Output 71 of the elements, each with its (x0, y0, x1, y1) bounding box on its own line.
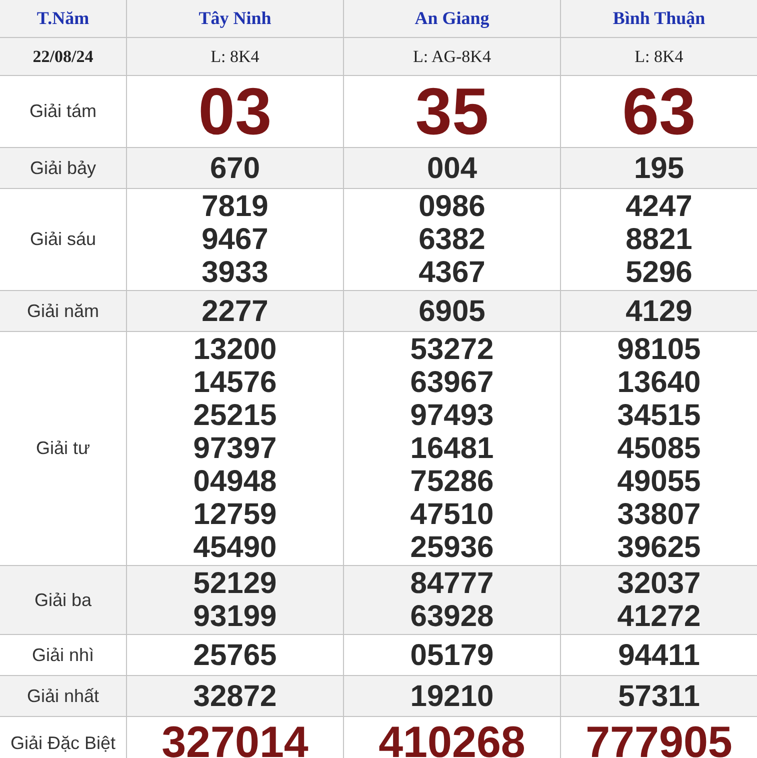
prize-label: Giải ba (34, 590, 92, 610)
winning-number: 4129 (626, 294, 692, 328)
winning-number: 4367 (418, 256, 486, 289)
prize-label: Giải Đặc Biệt (10, 732, 116, 754)
winning-number: 777905 (586, 718, 732, 758)
winning-number: 25936 (410, 531, 494, 564)
province-heading: Tây Ninh (198, 8, 272, 29)
winning-number: 45085 (617, 432, 701, 465)
winning-number: 5296 (626, 256, 692, 289)
prize-label: Giải tư (36, 438, 90, 459)
winning-number: 33807 (617, 498, 701, 531)
draw-date: 22/08/24 (32, 46, 94, 66)
winning-number: 32037 (617, 567, 701, 600)
winning-number: 97397 (193, 432, 277, 465)
winning-number: 195 (634, 152, 684, 184)
winning-number: 52129 (193, 567, 277, 600)
winning-number: 19210 (410, 680, 494, 712)
winning-number: 97493 (410, 399, 494, 432)
winning-number: 8821 (626, 223, 692, 256)
winning-number: 004 (426, 152, 478, 184)
winning-number: 4247 (626, 190, 692, 223)
winning-number: 9467 (202, 223, 268, 256)
ticket-series: L: 8K4 (210, 46, 260, 66)
winning-number: 25215 (193, 399, 277, 432)
winning-number: 6905 (418, 294, 486, 328)
winning-number: 12759 (193, 498, 277, 531)
province-heading: An Giang (414, 8, 490, 29)
winning-number: 84777 (410, 567, 494, 600)
prize-label: Giải bảy (30, 158, 96, 178)
winning-number: 34515 (617, 399, 701, 432)
winning-number: 13640 (617, 366, 701, 399)
winning-number: 45490 (193, 531, 277, 564)
winning-number: 04948 (193, 465, 277, 498)
winning-number: 6382 (418, 223, 486, 256)
winning-number: 03 (198, 77, 272, 146)
winning-number: 410268 (378, 718, 526, 758)
winning-number: 93199 (193, 600, 277, 633)
winning-number: 41272 (617, 600, 701, 633)
winning-number: 47510 (410, 498, 494, 531)
winning-number: 63967 (410, 366, 494, 399)
winning-number: 75286 (410, 465, 494, 498)
province-heading: Bình Thuận (612, 8, 706, 29)
winning-number: 05179 (410, 638, 494, 672)
winning-number: 39625 (617, 531, 701, 564)
winning-number: 98105 (617, 333, 701, 366)
winning-number: 670 (210, 152, 260, 184)
ticket-series: L: 8K4 (634, 46, 684, 66)
prize-label: Giải nhì (32, 644, 94, 666)
winning-number: 16481 (410, 432, 494, 465)
winning-number: 53272 (410, 333, 494, 366)
winning-number: 7819 (202, 190, 268, 223)
prize-label: Giải sáu (30, 229, 96, 250)
winning-number: 0986 (418, 190, 486, 223)
winning-number: 57311 (618, 680, 700, 712)
prize-label: Giải tám (29, 101, 97, 122)
winning-number: 3933 (202, 256, 268, 289)
winning-number: 327014 (162, 718, 308, 758)
winning-number: 94411 (618, 638, 700, 672)
winning-number: 2277 (202, 294, 268, 328)
winning-number: 49055 (617, 465, 701, 498)
winning-number: 63928 (410, 600, 494, 633)
winning-number: 35 (415, 77, 489, 146)
winning-number: 32872 (193, 680, 277, 712)
winning-number: 25765 (193, 638, 277, 672)
ticket-series: L: AG-8K4 (413, 46, 491, 66)
weekday-heading: T.Năm (36, 8, 90, 29)
winning-number: 14576 (193, 366, 277, 399)
winning-number: 63 (622, 77, 696, 146)
prize-label: Giải năm (26, 300, 100, 322)
winning-number: 13200 (193, 333, 277, 366)
prize-label: Giải nhất (26, 686, 100, 706)
